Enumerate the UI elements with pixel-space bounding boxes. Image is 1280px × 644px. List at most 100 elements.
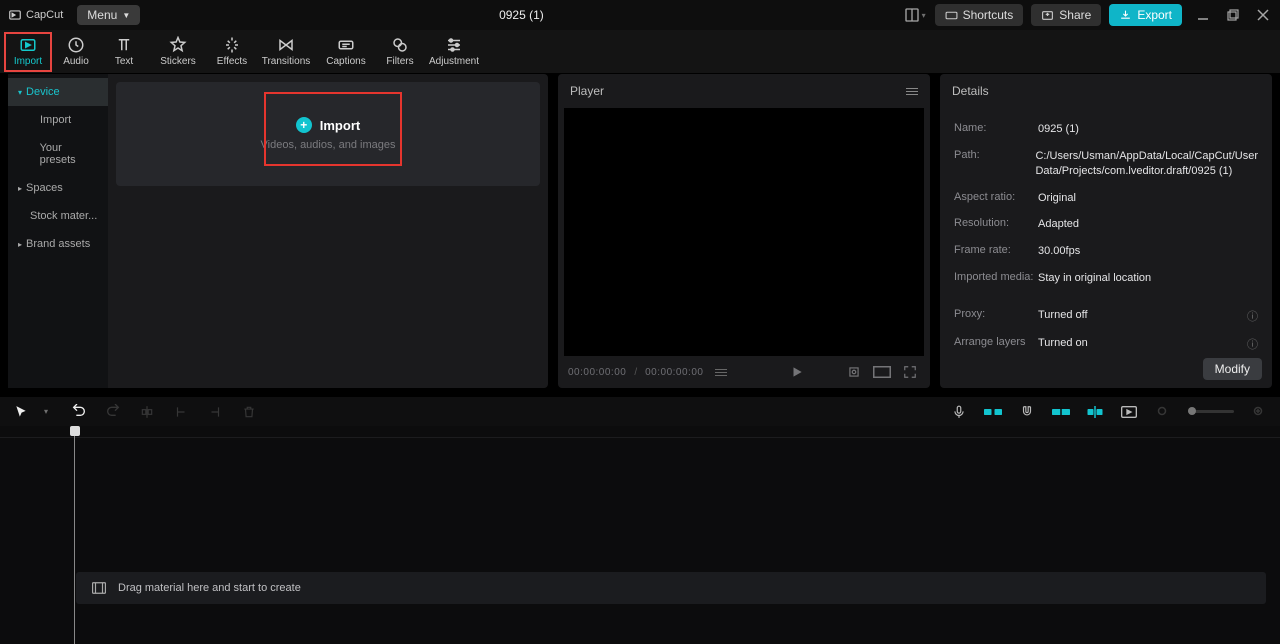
ribbon-import[interactable]: Import [4,32,52,72]
player-panel: Player 00:00:00:00 / 00:00:00:00 [558,74,930,388]
time-current: 00:00:00:00 [568,367,626,378]
sidebar-item-your-presets[interactable]: Your presets [8,134,108,174]
menu-button[interactable]: Menu ▼ [77,5,140,25]
zoom-slider[interactable] [1188,410,1234,413]
chevron-icon: ▸ [18,184,22,193]
timecode-menu-icon[interactable] [711,362,731,382]
chevron-down-icon: ▾ [922,11,926,20]
app-logo: CapCut [8,8,63,22]
detail-row: Proxy:Turned offⓘ [954,302,1258,330]
ribbon-stickers[interactable]: Stickers [148,32,208,72]
titlebar: CapCut Menu ▼ 0925 (1) ▾ Shortcuts Share… [0,0,1280,30]
crop-icon[interactable] [844,362,864,382]
ribbon-effects[interactable]: Effects [208,32,256,72]
chevron-icon: ▾ [18,88,22,97]
media-sidebar: ▾DeviceImportYour presets▸SpacesStock ma… [8,74,108,388]
mic-icon[interactable] [950,403,968,421]
player-title: Player [570,84,604,98]
playhead[interactable] [70,426,80,644]
detail-value: 0925 (1) [1038,122,1258,137]
ratio-icon[interactable] [872,362,892,382]
adjustment-icon [445,36,463,54]
player-header: Player [558,74,930,108]
export-label: Export [1137,8,1172,22]
transitions-icon [277,36,295,54]
time-total: 00:00:00:00 [645,367,703,378]
undo-icon[interactable] [70,403,88,421]
info-icon[interactable]: ⓘ [1247,336,1258,352]
layout-icon[interactable]: ▾ [903,3,927,27]
detail-value: Stay in original location [1038,271,1258,286]
detail-key: Resolution: [954,217,1038,232]
trim-right-icon[interactable] [206,403,224,421]
close-button[interactable] [1254,6,1272,24]
timeline-drop-hint[interactable]: Drag material here and start to create [76,572,1266,604]
sidebar-item-device[interactable]: ▾Device [8,78,108,106]
project-title: 0925 (1) [140,8,902,22]
detail-row: Arrange layersTurned onⓘ [954,330,1258,358]
chevron-down-icon: ▼ [122,11,130,20]
delete-icon[interactable] [240,403,258,421]
detail-row: Frame rate:30.00fps [954,238,1258,265]
play-button[interactable] [787,362,807,382]
ribbon-text[interactable]: Text [100,32,148,72]
export-button[interactable]: Export [1109,4,1182,26]
app-logo-icon [8,8,22,22]
detail-key: Frame rate: [954,244,1038,259]
pointer-dropdown-icon[interactable]: ▾ [36,403,54,421]
redo-icon[interactable] [104,403,122,421]
details-body: Name:0925 (1) Path:C:/Users/Usman/AppData… [940,108,1272,388]
detail-key: Imported media: [954,271,1038,286]
track-toggle-3-icon[interactable] [1086,403,1104,421]
sidebar-item-stock-mater-[interactable]: Stock mater... [8,202,108,230]
track-toggle-1-icon[interactable] [984,403,1002,421]
detail-value: Adapted [1038,217,1258,232]
details-panel: Details Name:0925 (1)Path:C:/Users/Usman… [940,74,1272,388]
filters-icon [391,36,409,54]
shortcuts-label: Shortcuts [963,8,1014,22]
ribbon-transitions[interactable]: Transitions [256,32,316,72]
sidebar-item-import[interactable]: Import [8,106,108,134]
timeline[interactable]: Drag material here and start to create [0,426,1280,644]
player-controls: 00:00:00:00 / 00:00:00:00 [558,356,930,388]
plus-icon: + [296,117,312,133]
detail-key: Arrange layers [954,336,1038,352]
sidebar-item-spaces[interactable]: ▸Spaces [8,174,108,202]
minimize-button[interactable] [1194,6,1212,24]
detail-value: Turned on [1038,336,1247,352]
maximize-button[interactable] [1224,6,1242,24]
import-icon [19,36,37,54]
text-icon [115,36,133,54]
preview-icon[interactable] [1120,403,1138,421]
detail-value: C:/Users/Usman/AppData/Local/CapCut/User… [1035,149,1258,179]
detail-key: Name: [954,122,1038,137]
ribbon-captions[interactable]: Captions [316,32,376,72]
player-viewport [564,108,924,356]
share-label: Share [1059,8,1091,22]
detail-key: Aspect ratio: [954,191,1038,206]
player-menu-icon[interactable] [906,88,918,95]
sidebar-item-brand-assets[interactable]: ▸Brand assets [8,230,108,258]
share-button[interactable]: Share [1031,4,1101,26]
media-panel: ▾DeviceImportYour presets▸SpacesStock ma… [8,74,548,388]
info-icon[interactable]: ⓘ [1247,308,1258,324]
modify-button[interactable]: Modify [1203,358,1262,380]
pointer-tool-icon[interactable] [12,403,30,421]
import-dropzone[interactable]: + Import Videos, audios, and images [116,82,540,186]
track-toggle-2-icon[interactable] [1052,403,1070,421]
detail-row: Path:C:/Users/Usman/AppData/Local/CapCut… [954,143,1258,185]
ribbon-audio[interactable]: Audio [52,32,100,72]
trim-left-icon[interactable] [172,403,190,421]
keyboard-icon [945,9,958,22]
share-icon [1041,9,1054,22]
split-icon[interactable] [138,403,156,421]
import-subtitle: Videos, audios, and images [261,139,396,151]
shortcuts-button[interactable]: Shortcuts [935,4,1024,26]
zoom-in-icon[interactable] [1250,403,1268,421]
zoom-out-icon[interactable] [1154,403,1172,421]
magnet-icon[interactable] [1018,403,1036,421]
timeline-ruler[interactable] [0,426,1280,438]
ribbon-adjustment[interactable]: Adjustment [424,32,484,72]
fullscreen-icon[interactable] [900,362,920,382]
ribbon-filters[interactable]: Filters [376,32,424,72]
